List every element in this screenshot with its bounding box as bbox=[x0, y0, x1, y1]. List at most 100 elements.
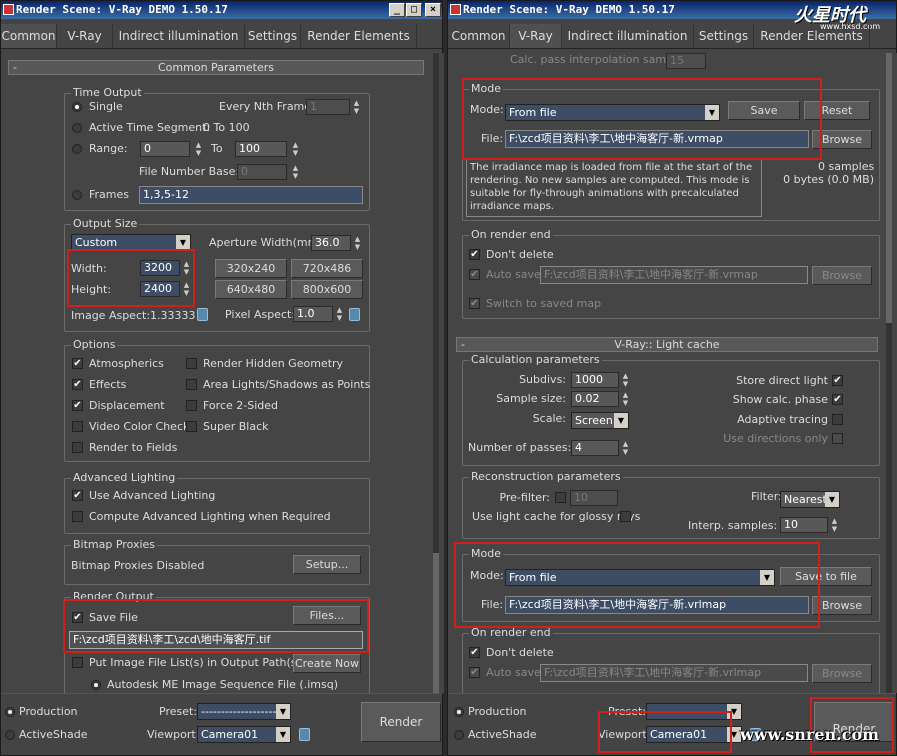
preset-dropdown[interactable]: ------------------- ▼ bbox=[646, 703, 742, 720]
light-cache-header[interactable]: - V-Ray:: Light cache bbox=[456, 337, 878, 352]
interp-samples-spinner[interactable]: 10 bbox=[780, 517, 828, 533]
tab-settings[interactable]: Settings bbox=[694, 24, 754, 48]
video-color-checkbox[interactable] bbox=[72, 421, 83, 432]
height-spinner[interactable]: 2400 bbox=[140, 281, 180, 297]
close-icon[interactable]: × bbox=[425, 3, 441, 17]
compute-advanced-lighting-checkbox[interactable] bbox=[72, 511, 83, 522]
range-from-arrows[interactable]: ▲ ▼ bbox=[194, 141, 203, 157]
use-directions-checkbox[interactable] bbox=[832, 433, 843, 444]
adaptive-tracing-checkbox[interactable] bbox=[832, 414, 843, 425]
irradiance-mode-dropdown[interactable]: From file ▼ bbox=[505, 104, 720, 121]
light-cache-auto-save-browse-button[interactable]: Browse bbox=[812, 664, 872, 683]
irradiance-file-field[interactable]: F:\zcd项目资料\李工\地中海客厅-新.vrmap bbox=[505, 130, 809, 148]
width-spinner[interactable]: 3200 bbox=[140, 260, 180, 276]
irradiance-dont-delete-checkbox[interactable]: ✔ bbox=[469, 249, 480, 260]
subdivs-spinner[interactable]: 1000 bbox=[571, 372, 619, 388]
frames-input[interactable]: 1,3,5-12 bbox=[139, 186, 363, 204]
tab-indirect-illumination[interactable]: Indirect illumination bbox=[562, 24, 694, 48]
range-to-arrows[interactable]: ▲ ▼ bbox=[291, 141, 300, 157]
show-calc-checkbox[interactable]: ✔ bbox=[832, 394, 843, 405]
output-path-field[interactable]: F:\zcd项目资料\李工\zcd\地中海客厅.tif bbox=[69, 631, 363, 649]
aperture-arrows[interactable]: ▲ ▼ bbox=[353, 235, 362, 251]
width-arrows[interactable]: ▲ ▼ bbox=[182, 260, 191, 276]
render-hidden-checkbox[interactable] bbox=[186, 358, 197, 369]
glossy-checkbox[interactable] bbox=[620, 511, 631, 522]
maximize-icon[interactable]: □ bbox=[406, 3, 422, 17]
atmospherics-checkbox[interactable]: ✔ bbox=[72, 358, 83, 369]
file-number-base-spinner[interactable]: 0 bbox=[237, 164, 287, 180]
tab-vray[interactable]: V-Ray bbox=[57, 24, 113, 48]
light-cache-browse-button[interactable]: Browse bbox=[812, 596, 872, 615]
size-320x240-button[interactable]: 320x240 bbox=[215, 259, 287, 278]
right-scrollbar[interactable] bbox=[886, 53, 892, 693]
sample-size-spinner[interactable]: 0.02 bbox=[571, 391, 619, 407]
tab-indirect-illumination[interactable]: Indirect illumination bbox=[113, 24, 245, 48]
effects-checkbox[interactable]: ✔ bbox=[72, 379, 83, 390]
use-advanced-lighting-checkbox[interactable]: ✔ bbox=[72, 490, 83, 501]
right-scrollbar-thumb[interactable] bbox=[886, 53, 892, 323]
left-scrollbar[interactable] bbox=[433, 53, 439, 693]
range-radio[interactable] bbox=[72, 144, 82, 154]
pixel-aspect-lock-icon[interactable] bbox=[349, 308, 360, 321]
every-nth-spinner[interactable]: 1 bbox=[306, 99, 350, 115]
tab-vray[interactable]: V-Ray bbox=[510, 24, 562, 48]
light-cache-mode-dropdown[interactable]: From file ▼ bbox=[505, 569, 775, 586]
common-parameters-header[interactable]: - Common Parameters bbox=[8, 60, 424, 75]
light-cache-dont-delete-checkbox[interactable]: ✔ bbox=[469, 647, 480, 658]
switch-saved-map-checkbox[interactable]: ✔ bbox=[469, 298, 480, 309]
calc-pass-spinner[interactable]: 15 bbox=[666, 53, 706, 69]
tab-settings[interactable]: Settings bbox=[245, 24, 301, 48]
interp-samples-arrows[interactable]: ▲ ▼ bbox=[830, 517, 839, 533]
passes-spinner[interactable]: 4 bbox=[571, 440, 619, 456]
irradiance-auto-save-field[interactable]: F:\zcd项目资料\李工\地中海客厅-新.vrmap bbox=[540, 266, 808, 284]
force-2sided-checkbox[interactable] bbox=[186, 400, 197, 411]
tab-common[interactable]: Common bbox=[448, 24, 510, 48]
save-to-file-button[interactable]: Save to file bbox=[780, 567, 872, 586]
render-fields-checkbox[interactable] bbox=[72, 442, 83, 453]
activeshade-radio[interactable] bbox=[5, 730, 15, 740]
render-button[interactable]: Render bbox=[361, 702, 441, 742]
preset-dropdown[interactable]: ------------------- ▼ bbox=[197, 703, 291, 720]
irradiance-save-button[interactable]: Save bbox=[728, 101, 800, 120]
size-800x600-button[interactable]: 800x600 bbox=[291, 280, 363, 299]
prefilter-spinner[interactable]: 10 bbox=[570, 490, 618, 506]
bitmap-proxies-setup-button[interactable]: Setup... bbox=[293, 555, 361, 574]
size-720x486-button[interactable]: 720x486 bbox=[291, 259, 363, 278]
super-black-checkbox[interactable] bbox=[186, 421, 197, 432]
save-file-checkbox[interactable]: ✔ bbox=[72, 612, 83, 623]
pixel-aspect-spinner[interactable]: 1.0 bbox=[293, 306, 333, 322]
production-radio[interactable] bbox=[454, 707, 464, 717]
filter-dropdown[interactable]: Nearest ▼ bbox=[780, 491, 840, 508]
passes-arrows[interactable]: ▲ ▼ bbox=[621, 440, 630, 456]
light-cache-auto-save-field[interactable]: F:\zcd项目资料\李工\地中海客厅-新.vrlmap bbox=[540, 664, 808, 682]
viewport-dropdown[interactable]: Camera01 ▼ bbox=[646, 726, 742, 743]
autodesk-imsq-radio[interactable] bbox=[91, 680, 101, 690]
viewport-lock-icon[interactable] bbox=[299, 728, 310, 741]
irradiance-auto-save-browse-button[interactable]: Browse bbox=[812, 266, 872, 285]
pixel-aspect-arrows[interactable]: ▲ ▼ bbox=[335, 306, 344, 322]
subdivs-arrows[interactable]: ▲ ▼ bbox=[621, 372, 630, 388]
tab-common[interactable]: Common bbox=[1, 24, 57, 48]
prefilter-checkbox[interactable] bbox=[555, 492, 566, 503]
single-radio[interactable] bbox=[72, 102, 82, 112]
lock-icon[interactable] bbox=[197, 308, 208, 321]
tab-render-elements[interactable]: Render Elements bbox=[301, 24, 417, 48]
irradiance-auto-save-checkbox[interactable]: ✔ bbox=[469, 269, 480, 280]
put-image-list-checkbox[interactable] bbox=[72, 657, 83, 668]
tab-render-elements[interactable]: Render Elements bbox=[754, 24, 870, 48]
files-button[interactable]: Files... bbox=[293, 606, 361, 625]
viewport-dropdown[interactable]: Camera01 ▼ bbox=[197, 726, 291, 743]
minimize-icon[interactable]: _ bbox=[389, 3, 405, 17]
light-cache-auto-save-checkbox[interactable]: ✔ bbox=[469, 667, 480, 678]
active-segment-radio[interactable] bbox=[72, 123, 82, 133]
range-from-spinner[interactable]: 0 bbox=[140, 141, 190, 157]
activeshade-radio[interactable] bbox=[454, 730, 464, 740]
size-640x480-button[interactable]: 640x480 bbox=[215, 280, 287, 299]
frames-radio[interactable] bbox=[72, 190, 82, 200]
range-to-spinner[interactable]: 100 bbox=[235, 141, 287, 157]
left-scrollbar-thumb[interactable] bbox=[433, 553, 439, 693]
store-direct-checkbox[interactable]: ✔ bbox=[832, 375, 843, 386]
irradiance-reset-button[interactable]: Reset bbox=[804, 101, 870, 120]
every-nth-arrows[interactable]: ▲ ▼ bbox=[352, 99, 361, 115]
output-size-preset-dropdown[interactable]: Custom ▼ bbox=[71, 234, 191, 251]
